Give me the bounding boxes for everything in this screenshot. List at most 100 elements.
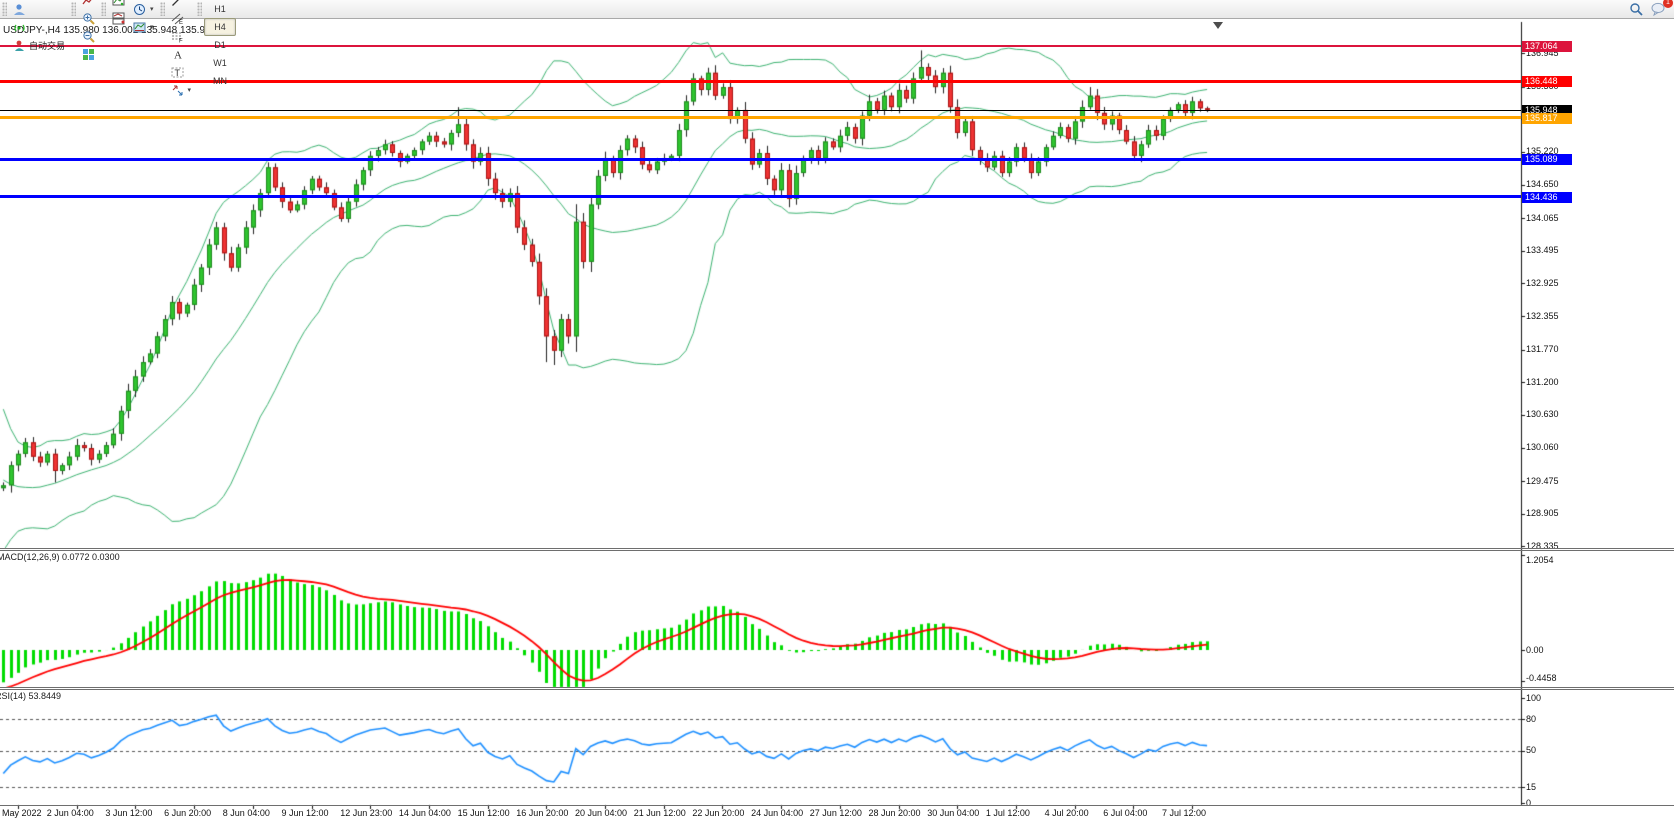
toolbar-right-group: 1	[1625, 0, 1670, 18]
time-axis-label: 27 Jun 12:00	[810, 808, 862, 818]
time-axis-label: 22 Jun 20:00	[692, 808, 744, 818]
price-tick-label: 134.650	[1526, 180, 1559, 189]
zoom-in-button[interactable]	[78, 9, 99, 27]
fibonacci-button[interactable]: F	[167, 27, 196, 45]
price-tick-label: 130.060	[1526, 443, 1559, 452]
time-axis-label: 9 Jun 12:00	[282, 808, 329, 818]
template-button[interactable]: ▾	[129, 18, 158, 36]
channel-button[interactable]: E	[167, 9, 196, 27]
timeframe-mn[interactable]: MN	[204, 72, 236, 90]
toolbar-grip	[2, 2, 7, 16]
indicator-window-icon	[112, 0, 125, 7]
macd-pane-separator[interactable]	[0, 550, 1674, 551]
price-line-tag: 137.064	[1522, 41, 1572, 52]
svg-text:F: F	[179, 38, 183, 43]
arrows-button[interactable]: ▾	[167, 81, 196, 99]
line-chart-button[interactable]	[78, 0, 99, 9]
rsi-pane-separator[interactable]	[0, 689, 1674, 690]
timeframe-h4[interactable]: H4	[204, 18, 236, 36]
indicator-window-button[interactable]	[108, 0, 129, 9]
separate-window-button[interactable]	[108, 9, 129, 27]
price-tick-label: 133.495	[1526, 246, 1559, 255]
separate-window-icon	[112, 12, 125, 25]
price-tick-label: 132.925	[1526, 279, 1559, 288]
trendline-button[interactable]	[167, 0, 196, 9]
price-tick-label: 132.355	[1526, 312, 1559, 321]
arrows-icon	[171, 84, 184, 97]
channel-icon: E	[171, 12, 184, 25]
time-axis-label: 4 Jul 20:00	[1045, 808, 1089, 818]
macd-pane-separator[interactable]	[0, 548, 1674, 549]
time-axis-label: 6 Jun 20:00	[164, 808, 211, 818]
label-icon: T	[171, 66, 184, 79]
svg-text:T: T	[174, 68, 180, 78]
rsi-pane-separator[interactable]	[0, 687, 1674, 688]
rsi-axis-label: 80	[1526, 715, 1536, 724]
signals-icon	[13, 21, 26, 34]
toolbar-grip	[160, 2, 165, 16]
zoom-out-button[interactable]	[78, 27, 99, 45]
chart-canvas[interactable]	[0, 19, 1674, 825]
zoom-out-icon	[82, 30, 95, 43]
fibonacci-icon: F	[171, 30, 184, 43]
time-axis-label: 6 Jul 04:00	[1103, 808, 1147, 818]
timeframe-w1[interactable]: W1	[204, 54, 236, 72]
price-tick-label: 130.630	[1526, 410, 1559, 419]
price-horizontal-line[interactable]	[0, 158, 1521, 161]
price-line-tag: 134.436	[1522, 192, 1572, 203]
time-axis-label: 16 Jun 20:00	[516, 808, 568, 818]
price-tick-label: 128.905	[1526, 509, 1559, 518]
time-axis-label: 20 Jun 04:00	[575, 808, 627, 818]
chart-shift-marker[interactable]	[1213, 22, 1223, 29]
clock-icon	[133, 3, 146, 16]
time-axis-label: 28 Jun 20:00	[869, 808, 921, 818]
toolbar-grip	[101, 2, 106, 16]
time-axis-label: 2 Jun 04:00	[47, 808, 94, 818]
notifications-button[interactable]: 1	[1647, 0, 1670, 18]
rsi-axis-label: 0	[1526, 799, 1531, 808]
toolbar-grip	[71, 2, 76, 16]
time-axis-label: 1 Jul 12:00	[986, 808, 1030, 818]
periods-button[interactable]: ▾	[129, 0, 158, 18]
autotrading-button[interactable]: 自动交易	[9, 36, 69, 54]
main-toolbar: 新订单自动交易 ▾▾▾ EFAT▾ M1M5M15M30H1H4D1W1MN 1	[0, 0, 1674, 19]
text-button[interactable]: A	[167, 45, 196, 63]
autotrading-icon	[13, 39, 26, 52]
signals-button[interactable]	[9, 18, 69, 36]
price-horizontal-line[interactable]	[0, 195, 1521, 198]
mt4-window: 新订单自动交易 ▾▾▾ EFAT▾ M1M5M15M30H1H4D1W1MN 1…	[0, 0, 1674, 825]
text-icon: A	[171, 48, 184, 61]
chart-type-group	[78, 0, 99, 63]
macd-axis-label: 0.00	[1526, 646, 1544, 655]
macd-axis-label: 1.2054	[1526, 556, 1554, 565]
dropdown-caret-icon: ▾	[150, 5, 154, 13]
price-horizontal-line[interactable]	[0, 116, 1521, 119]
trade-button-group: 新订单自动交易	[9, 0, 69, 54]
timeframe-group: M1M5M15M30H1H4D1W1MN	[204, 0, 236, 90]
price-line-tag: 135.817	[1522, 113, 1572, 124]
dropdown-caret-icon: ▾	[188, 86, 192, 94]
price-tick-label: 131.200	[1526, 378, 1559, 387]
time-axis-label: 12 Jun 23:00	[340, 808, 392, 818]
price-tick-label: 129.475	[1526, 477, 1559, 486]
dropdown-button-group: ▾▾▾	[129, 0, 158, 36]
dropdown-caret-icon: ▾	[150, 23, 154, 31]
rsi-indicator-label: RSI(14) 53.8449	[0, 691, 61, 701]
timeframe-h1[interactable]: H1	[204, 0, 236, 18]
timeframe-d1[interactable]: D1	[204, 36, 236, 54]
time-axis-label: 30 Jun 04:00	[927, 808, 979, 818]
time-axis-label: 14 Jun 04:00	[399, 808, 451, 818]
time-axis-label: 15 Jun 12:00	[458, 808, 510, 818]
search-button[interactable]	[1625, 0, 1647, 18]
trendline-icon	[171, 0, 184, 7]
community-button[interactable]	[9, 0, 69, 18]
time-axis-label: May 2022	[2, 808, 42, 818]
rsi-axis-label: 15	[1526, 783, 1536, 792]
price-tick-label: 134.065	[1526, 214, 1559, 223]
time-axis-label: 24 Jun 04:00	[751, 808, 803, 818]
community-icon	[13, 3, 26, 16]
text-label-button[interactable]: T	[167, 63, 196, 81]
tile-windows-button[interactable]	[78, 45, 99, 63]
notification-badge: 1	[1663, 0, 1673, 8]
current-price-line	[0, 110, 1521, 111]
